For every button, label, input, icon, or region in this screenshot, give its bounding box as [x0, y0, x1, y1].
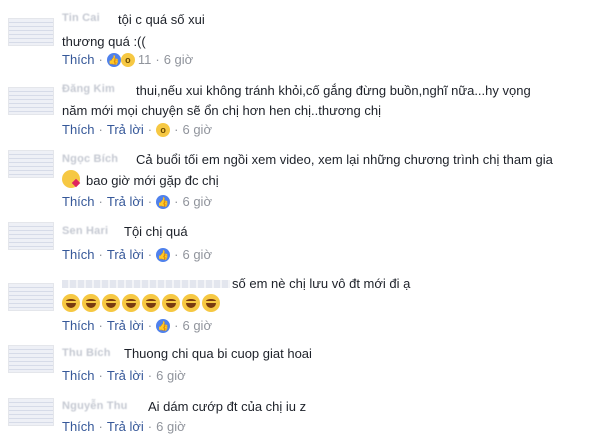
comment-author[interactable]: Nguyễn Thu: [62, 400, 128, 412]
separator: ·: [174, 318, 179, 333]
reaction-summary[interactable]: 👍 o 11: [106, 52, 152, 68]
like-link[interactable]: Thích: [62, 122, 95, 138]
like-reaction-icon: 👍: [156, 195, 171, 209]
separator: ·: [174, 247, 179, 262]
comment-author[interactable]: Sen Hari: [62, 225, 108, 237]
comment-author[interactable]: Tin Cai: [62, 12, 100, 24]
comment-actions: Thích · 👍 o 11 · 6 giờ: [62, 52, 193, 68]
avatar[interactable]: [8, 222, 54, 250]
laughing-emoji-icon: [142, 294, 160, 312]
comment-actions: Thích · Trả lời · 👍 · 6 giờ: [62, 247, 212, 263]
comment-text-line: thương quá :((: [62, 34, 146, 49]
comment-actions: Thích · Trả lời · o · 6 giờ: [62, 122, 212, 138]
separator: ·: [98, 368, 103, 383]
like-link[interactable]: Thích: [62, 318, 95, 334]
comment-time[interactable]: 6 giờ: [182, 122, 212, 138]
comment-author[interactable]: Thu Bích: [62, 347, 111, 359]
laughing-emoji-icon: [162, 294, 180, 312]
laughing-emoji-icon: [202, 294, 220, 312]
reply-link[interactable]: Trả lời: [107, 318, 144, 334]
separator: ·: [174, 122, 179, 137]
redacted-number: [62, 280, 230, 288]
reaction-summary[interactable]: 👍: [156, 248, 171, 262]
separator: ·: [98, 247, 103, 262]
comment-time[interactable]: 6 giờ: [182, 318, 212, 334]
reaction-count: 11: [137, 52, 152, 67]
like-link[interactable]: Thích: [62, 194, 95, 210]
comment-time[interactable]: 6 giờ: [182, 247, 212, 263]
reply-link[interactable]: Trả lời: [107, 122, 144, 138]
comment-author[interactable]: Đăng Kim: [62, 83, 115, 95]
separator: ·: [147, 419, 153, 434]
comment-text-line: Cả buổi tối em ngồi xem video, xem lại n…: [136, 152, 553, 167]
reply-link[interactable]: Trả lời: [107, 194, 144, 210]
laughing-emoji-icon: [122, 294, 140, 312]
comment-time[interactable]: 6 giờ: [156, 419, 186, 435]
separator: ·: [98, 318, 103, 333]
comment-actions: Thích · Trả lời · 👍 · 6 giờ: [62, 194, 212, 210]
wow-reaction-icon: o: [156, 123, 171, 137]
comment-text-line: tội c quá số xui: [118, 12, 205, 27]
avatar[interactable]: [8, 398, 54, 426]
separator: ·: [174, 194, 179, 209]
like-link[interactable]: Thích: [62, 368, 95, 384]
avatar[interactable]: [8, 150, 54, 178]
comment-text-line: bao giờ mới gặp đc chị: [86, 173, 219, 188]
like-link[interactable]: Thích: [62, 52, 95, 68]
separator: ·: [147, 247, 153, 262]
kiss-emoji-icon: [62, 170, 80, 188]
like-link[interactable]: Thích: [62, 247, 95, 263]
like-reaction-icon: 👍: [106, 53, 121, 67]
laughing-emoji-icon: [102, 294, 120, 312]
comment-text-line: Thuong chi qua bi cuop giat hoai: [124, 346, 312, 361]
like-reaction-icon: 👍: [156, 319, 171, 333]
laughing-emoji-icon: [182, 294, 200, 312]
separator: ·: [98, 419, 103, 434]
laughing-emoji-icon: [62, 294, 80, 312]
separator: ·: [147, 122, 153, 137]
separator: ·: [147, 194, 153, 209]
like-reaction-icon: 👍: [156, 248, 171, 262]
avatar[interactable]: [8, 345, 54, 373]
laughing-emoji-icon: [82, 294, 100, 312]
comment-text-line: số em nè chị lưu vô đt mới đi ạ: [232, 276, 411, 291]
reaction-summary[interactable]: o: [156, 123, 171, 137]
laughing-emoji-row: [62, 294, 222, 312]
separator: ·: [98, 52, 103, 67]
comment-time[interactable]: 6 giờ: [156, 368, 186, 384]
comment-text-line: thui,nếu xui không tránh khỏi,cố gắng đừ…: [136, 83, 531, 98]
avatar[interactable]: [8, 87, 54, 115]
comment-text-line: Ai dám cướp đt của chị iu z: [148, 399, 307, 414]
avatar[interactable]: [8, 283, 54, 311]
separator: ·: [98, 122, 103, 137]
reaction-summary[interactable]: 👍: [156, 319, 171, 333]
reply-link[interactable]: Trả lời: [107, 419, 144, 435]
reply-link[interactable]: Trả lời: [107, 247, 144, 263]
separator: ·: [147, 318, 153, 333]
comment-actions: Thích · Trả lời · 👍 · 6 giờ: [62, 318, 212, 334]
separator: ·: [98, 194, 103, 209]
reaction-summary[interactable]: 👍: [156, 195, 171, 209]
comment-actions: Thích · Trả lời · 6 giờ: [62, 419, 186, 435]
separator: ·: [147, 368, 153, 383]
comment-author[interactable]: Ngọc Bích: [62, 153, 118, 165]
like-link[interactable]: Thích: [62, 419, 95, 435]
avatar[interactable]: [8, 18, 54, 46]
reply-link[interactable]: Trả lời: [107, 368, 144, 384]
comment-text-line: năm mới mọi chuyện sẽ ổn chị hơn hen chị…: [62, 103, 381, 118]
comment-actions: Thích · Trả lời · 6 giờ: [62, 368, 186, 384]
wow-reaction-icon: o: [120, 53, 135, 67]
separator: ·: [155, 52, 160, 67]
comment-text-line: Tội chị quá: [124, 224, 188, 239]
comment-time[interactable]: 6 giờ: [182, 194, 212, 210]
comment-time[interactable]: 6 giờ: [164, 52, 194, 68]
